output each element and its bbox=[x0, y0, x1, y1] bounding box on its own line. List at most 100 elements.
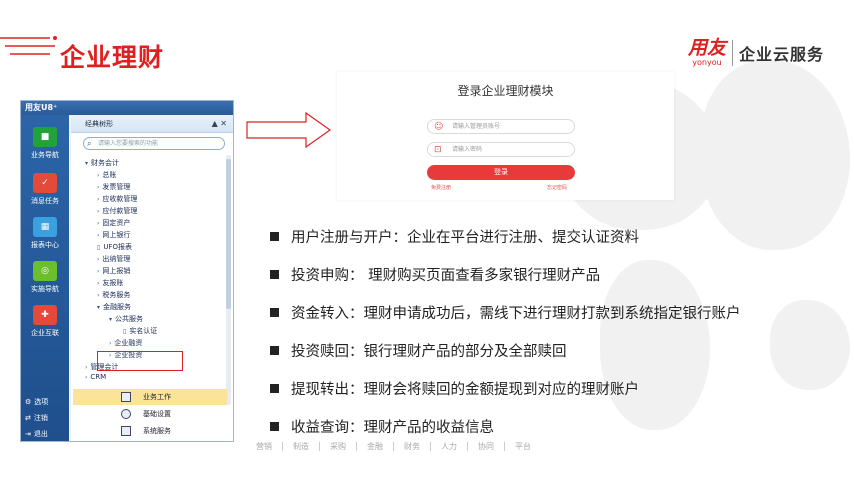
system-service-icon bbox=[121, 426, 131, 436]
tree-item[interactable]: ▾ 金融服务 bbox=[97, 302, 131, 313]
nav-messages[interactable]: ✓ 消息任务 bbox=[21, 173, 69, 206]
tree-item[interactable]: › 固定资产 bbox=[97, 218, 130, 229]
bullet-square-icon bbox=[270, 422, 279, 431]
title-decoration-lines bbox=[0, 36, 57, 55]
panel-pin-close-icons[interactable]: ▲ ✕ bbox=[212, 115, 227, 133]
login-button[interactable]: 登录 bbox=[427, 165, 575, 180]
login-screenshot: 登录企业理财模块 ☺ 请输入管理员账号 ⊡ 请输入密码 登录 免费注册 忘记密码 bbox=[337, 72, 674, 200]
password-input[interactable]: ⊡ 请输入密码 bbox=[427, 142, 575, 157]
list-item: 提现转出：理财会将赎回的金额提现到对应的理财账户 bbox=[270, 378, 639, 399]
chevron-right-icon: › bbox=[97, 292, 100, 299]
enterprise-connect-icon: ✚ bbox=[33, 305, 57, 325]
list-item: 用户注册与开户：企业在平台进行注册、提交认证资料 bbox=[270, 226, 639, 247]
chevron-right-icon: › bbox=[97, 256, 100, 263]
report-center-icon: ▦ bbox=[33, 217, 57, 237]
business-work-icon bbox=[121, 392, 131, 402]
panel-title: 经典树形 bbox=[85, 120, 113, 128]
tree-item[interactable]: › 企业融资 bbox=[109, 338, 142, 349]
chevron-right-icon: › bbox=[97, 196, 100, 203]
bullet-square-icon bbox=[270, 308, 279, 317]
lock-icon: ⊡ bbox=[434, 145, 442, 155]
options-button[interactable]: ⚙ 选项 bbox=[25, 397, 48, 407]
tree-item[interactable]: › 网上银行 bbox=[97, 230, 130, 241]
register-link[interactable]: 免费注册 bbox=[431, 184, 451, 191]
u8-left-nav: ■ 业务导航 ✓ 消息任务 ▦ 报表中心 ◎ 实施导航 ✚ 企业互联 ⚙ 选项 … bbox=[21, 115, 69, 441]
tree-item[interactable]: › 发票管理 bbox=[97, 182, 130, 193]
chevron-right-icon: › bbox=[97, 208, 100, 215]
chevron-right-icon: › bbox=[97, 172, 100, 179]
nav-business[interactable]: ■ 业务导航 bbox=[21, 127, 69, 160]
tree-item[interactable]: ▯ 实名认证 bbox=[123, 326, 157, 337]
chevron-right-icon: › bbox=[97, 280, 100, 287]
map-decoration bbox=[600, 260, 710, 430]
chevron-right-icon: › bbox=[97, 268, 100, 275]
expand-icon: ▾ bbox=[85, 160, 89, 167]
u8-window: 用友U8⁺ ■ 业务导航 ✓ 消息任务 ▦ 报表中心 ◎ 实施导航 ✚ 企业互联… bbox=[20, 100, 234, 442]
logo-cn: 用友 bbox=[688, 37, 727, 59]
yonyou-logo: 用友 yonyou 企业云服务 bbox=[688, 38, 824, 67]
nav-enterprise-connect[interactable]: ✚ 企业互联 bbox=[21, 305, 69, 338]
chevron-right-icon: › bbox=[85, 374, 88, 381]
tree-item[interactable]: › 税务服务 bbox=[97, 290, 130, 301]
chevron-right-icon: › bbox=[97, 184, 100, 191]
logo-en: yonyou bbox=[692, 58, 722, 67]
bullet-square-icon bbox=[270, 270, 279, 279]
footer-item: 平台 bbox=[515, 442, 531, 451]
footer-item: 财务 bbox=[394, 442, 431, 451]
tree-item[interactable]: ▯ UFO报表 bbox=[97, 242, 132, 253]
exit-label: 退出 bbox=[33, 430, 48, 438]
expand-icon: ▾ bbox=[109, 316, 113, 323]
tree-item[interactable]: › 友报账 bbox=[97, 278, 123, 289]
chevron-right-icon: › bbox=[109, 340, 112, 347]
tree-item[interactable]: › 出纳管理 bbox=[97, 254, 130, 265]
chevron-right-icon: › bbox=[97, 232, 100, 239]
logo-text: 企业云服务 bbox=[739, 44, 825, 64]
bullet-square-icon bbox=[270, 346, 279, 355]
tab-business-work[interactable]: 业务工作 bbox=[73, 389, 227, 405]
list-item: 投资申购： 理财购买页面查看多家银行理财产品 bbox=[270, 264, 600, 285]
panel-header: 经典树形 ▲ ✕ bbox=[71, 115, 233, 133]
tree-item[interactable]: ▾ 公共服务 bbox=[109, 314, 143, 325]
tree-item[interactable]: ▾ 财务会计 bbox=[85, 158, 119, 169]
tab-system-service[interactable]: 系统服务 bbox=[73, 423, 227, 439]
business-nav-icon: ■ bbox=[33, 127, 57, 147]
tab-label: 业务工作 bbox=[143, 393, 171, 401]
tab-label: 系统服务 bbox=[143, 427, 171, 435]
tree-item[interactable]: › 应付款管理 bbox=[97, 206, 137, 217]
footer-item: 制造 bbox=[283, 442, 320, 451]
tree-scroll-thumb[interactable] bbox=[226, 159, 231, 309]
footer-item: 人力 bbox=[431, 442, 468, 451]
footer-item: 协同 bbox=[468, 442, 505, 451]
u8-window-title: 用友U8⁺ bbox=[21, 101, 233, 115]
user-icon: ☺ bbox=[434, 122, 444, 132]
exit-icon: ⇥ bbox=[25, 430, 31, 438]
search-placeholder: 请输入您要搜索的功能 bbox=[98, 140, 159, 147]
function-search-input[interactable]: ⌕ 请输入您要搜索的功能 bbox=[83, 137, 225, 150]
account-input[interactable]: ☺ 请输入管理员账号 bbox=[427, 119, 575, 134]
tree-item[interactable]: › CRM bbox=[85, 372, 106, 383]
logout-label: 注销 bbox=[33, 414, 48, 422]
logo-divider bbox=[732, 39, 734, 66]
tree-item[interactable]: › 总账 bbox=[97, 170, 116, 181]
list-item: 收益查询：理财产品的收益信息 bbox=[270, 416, 494, 437]
nav-reports[interactable]: ▦ 报表中心 bbox=[21, 217, 69, 250]
document-icon: ▯ bbox=[123, 328, 127, 335]
message-task-icon: ✓ bbox=[33, 173, 57, 193]
search-icon: ⌕ bbox=[87, 139, 92, 148]
forgot-password-link[interactable]: 忘记密码 bbox=[547, 184, 567, 191]
password-placeholder: 请输入密码 bbox=[452, 146, 483, 153]
exit-button[interactable]: ⇥ 退出 bbox=[25, 429, 48, 439]
footer-item: 金融 bbox=[357, 442, 394, 451]
nav-implementation[interactable]: ◎ 实施导航 bbox=[21, 261, 69, 294]
tab-basic-settings[interactable]: 基础设置 bbox=[73, 406, 227, 422]
nav-label: 实施导航 bbox=[31, 285, 59, 293]
tree-item[interactable]: › 应收款管理 bbox=[97, 194, 137, 205]
footer-nav: 营销 制造 采购 金融 财务 人力 协同 平台 bbox=[246, 442, 541, 451]
footer-item: 采购 bbox=[320, 442, 357, 451]
expand-icon: ▾ bbox=[97, 304, 101, 311]
report-icon: ▯ bbox=[97, 244, 101, 251]
tree-item[interactable]: › 网上报销 bbox=[97, 266, 130, 277]
map-decoration bbox=[700, 60, 850, 250]
footer-item: 营销 bbox=[246, 442, 283, 451]
logout-button[interactable]: ⇄ 注销 bbox=[25, 413, 48, 423]
